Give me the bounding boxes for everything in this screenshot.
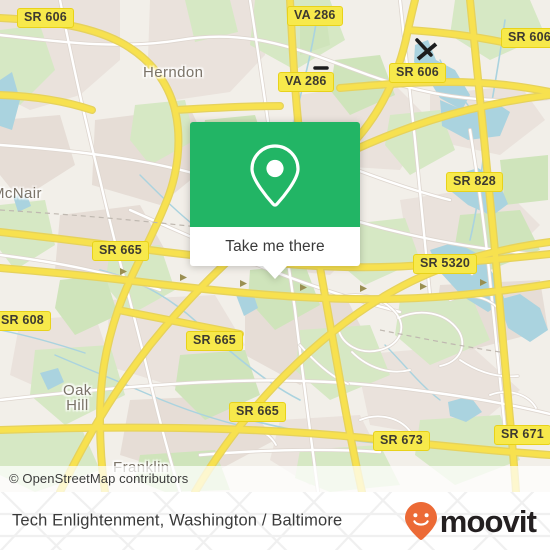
road-shield-sr-608[interactable]: SR 608 <box>0 311 51 331</box>
road-shield-sr-665-mid[interactable]: SR 665 <box>186 331 243 351</box>
location-title: Tech Enlightenment, Washington / Baltimo… <box>12 511 343 530</box>
moovit-wordmark: moovit <box>439 503 537 539</box>
road-shield-sr-828[interactable]: SR 828 <box>446 172 503 192</box>
road-shield-va-286-mid[interactable]: VA 286 <box>278 72 334 92</box>
osm-attribution[interactable]: © OpenStreetMap contributors <box>9 471 188 486</box>
road-shield-sr-606-nw[interactable]: SR 606 <box>17 8 74 28</box>
road-shield-sr-673[interactable]: SR 673 <box>373 431 430 451</box>
take-me-there-label: Take me there <box>225 237 325 255</box>
road-shield-sr-606-mid[interactable]: SR 606 <box>389 63 446 83</box>
callout-pointer-tail <box>263 266 287 279</box>
road-shield-sr-665-west[interactable]: SR 665 <box>92 241 149 261</box>
moovit-logo[interactable]: moovit <box>404 501 537 541</box>
road-shield-va-286-top[interactable]: VA 286 <box>287 6 343 26</box>
road-shield-sr-5320[interactable]: SR 5320 <box>413 254 478 274</box>
map-pin-icon <box>250 143 300 207</box>
footer-bar: Tech Enlightenment, Washington / Baltimo… <box>0 492 550 550</box>
moovit-pin-icon <box>404 502 437 540</box>
map-canvas[interactable]: .wtr { fill:#aad3df; } .grn { fill:#d6e8… <box>0 0 550 492</box>
road-shield-sr-606-ne[interactable]: SR 606 <box>501 28 550 48</box>
road-shield-sr-671[interactable]: SR 671 <box>494 425 550 445</box>
road-shield-sr-665-south[interactable]: SR 665 <box>229 402 286 422</box>
moovit-map-page: .wtr { fill:#aad3df; } .grn { fill:#d6e8… <box>0 0 550 550</box>
take-me-there-callout[interactable]: Take me there <box>190 122 360 279</box>
callout-icon-area <box>190 122 360 227</box>
callout-action-area[interactable]: Take me there <box>190 227 360 266</box>
